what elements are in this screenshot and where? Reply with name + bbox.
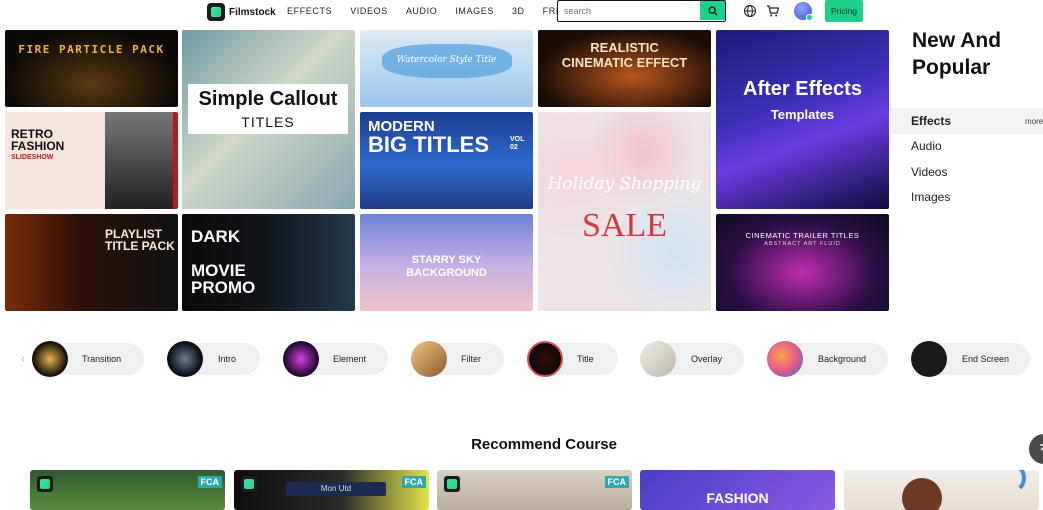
category-end-screen[interactable]: End Screen: [911, 341, 1030, 377]
element-icon: [283, 341, 319, 377]
recommend-course-title: Recommend Course: [471, 436, 617, 453]
tile-after-effects-templates[interactable]: After Effects Templates: [716, 30, 889, 209]
course-card[interactable]: FASHION: [640, 470, 835, 510]
tile-holiday-sale[interactable]: Holiday Shopping SALE: [538, 112, 711, 311]
main-nav: EFFECTS VIDEOS AUDIO IMAGES 3D FREE: [287, 6, 569, 16]
retro-title: RETRO FASHION: [11, 127, 65, 153]
category-overlay[interactable]: Overlay: [640, 341, 744, 377]
vol-label: VOL 02: [510, 136, 525, 151]
search-box: [557, 0, 726, 22]
starry-title: STARRY SKY BACKGROUND: [406, 254, 487, 279]
course-card[interactable]: Mon Utd FCA: [234, 470, 429, 510]
category-label: Filter: [461, 354, 481, 364]
pricing-button[interactable]: Pricing: [825, 0, 863, 22]
nav-audio[interactable]: AUDIO: [406, 6, 438, 16]
filmstock-logo-icon: [444, 476, 460, 492]
nav-3d[interactable]: 3D: [512, 6, 525, 16]
retro-photo: [105, 112, 173, 209]
sidebar-item-audio[interactable]: Audio: [890, 134, 1043, 160]
trailer-subtitle: ABSTRACT ART FLUID: [764, 241, 841, 247]
category-label: Element: [333, 354, 367, 364]
callout-subtitle: TITLES: [241, 114, 295, 130]
globe-icon[interactable]: [743, 4, 757, 18]
cart-icon[interactable]: [766, 4, 780, 18]
category-label: Intro: [218, 354, 237, 364]
tile-retro-fashion[interactable]: RETRO FASHION SLIDESHOW: [5, 112, 178, 209]
sidebar-item-images[interactable]: Images: [890, 185, 1043, 211]
cinematic-title: REALISTIC CINEMATIC EFFECT: [561, 40, 688, 70]
search-input[interactable]: [558, 1, 700, 20]
end-screen-icon: [911, 341, 947, 377]
category-element[interactable]: Element: [283, 341, 388, 377]
category-title[interactable]: Title: [527, 341, 618, 377]
background-icon: [767, 341, 803, 377]
callout-title: Simple Callout: [198, 88, 338, 110]
category-label: Overlay: [691, 354, 723, 364]
tile-fire-title: FIRE PARTICLE PACK: [18, 43, 165, 56]
logo-text: Filmstock: [229, 6, 276, 18]
tile-cinematic-trailer[interactable]: CINEMATIC TRAILER TITLES ABSTRACT ART FL…: [716, 214, 889, 311]
sale-title: SALE: [582, 207, 667, 244]
sidebar-item-videos[interactable]: Videos: [890, 159, 1043, 185]
sidebar-item-effects[interactable]: Effects: [890, 108, 1043, 134]
tile-starry-sky[interactable]: STARRY SKY BACKGROUND: [360, 214, 533, 311]
score-overlay: Mon Utd: [286, 482, 386, 496]
online-status-dot: [806, 14, 813, 21]
course-card[interactable]: FCA: [437, 470, 632, 510]
nav-images[interactable]: IMAGES: [455, 6, 494, 16]
filmstock-logo[interactable]: Filmstock: [207, 2, 276, 22]
title-icon: [527, 341, 563, 377]
nav-effects[interactable]: EFFECTS: [287, 6, 332, 16]
retro-subtitle: SLIDESHOW: [11, 154, 54, 161]
sidebar-list: Effects Audio Videos Images: [890, 108, 1043, 210]
fca-badge: FCA: [604, 476, 629, 488]
more-link[interactable]: more: [1025, 117, 1043, 126]
category-transition[interactable]: Transition: [32, 341, 144, 377]
trailer-title: CINEMATIC TRAILER TITLES: [745, 231, 860, 240]
decorative-ring: [994, 470, 1026, 494]
category-label: Title: [577, 354, 594, 364]
new-and-popular-title: New And Popular: [912, 29, 1002, 79]
category-background[interactable]: Background: [767, 341, 888, 377]
filmstock-logo-icon: [241, 476, 257, 492]
tile-dark-movie-promo[interactable]: DARK MOVIE PROMO: [182, 214, 355, 311]
holiday-title: Holiday Shopping: [547, 174, 702, 194]
person-photo: [902, 478, 942, 510]
nav-videos[interactable]: VIDEOS: [350, 6, 388, 16]
tile-fire-particle-pack[interactable]: FIRE PARTICLE PACK: [5, 30, 178, 107]
after-effects-subtitle: Templates: [770, 107, 835, 122]
search-button[interactable]: [700, 1, 725, 20]
transition-icon: [32, 341, 68, 377]
category-label: Background: [818, 354, 867, 364]
fca-badge: FCA: [197, 476, 222, 488]
tile-realistic-cinematic[interactable]: REALISTIC CINEMATIC EFFECT: [538, 30, 711, 107]
category-label: End Screen: [962, 354, 1010, 364]
watercolor-title: Watercolor Style Title: [396, 55, 497, 65]
fca-badge: FCA: [401, 476, 426, 488]
filmstock-logo-icon: [37, 476, 53, 492]
category-filter[interactable]: Filter: [411, 341, 504, 377]
overlay-icon: [640, 341, 676, 377]
playlist-title: PLAYLIST TITLE PACK: [105, 227, 175, 253]
after-effects-title: After Effects: [743, 78, 862, 100]
course-card[interactable]: FCA: [30, 470, 225, 510]
top-nav-bar: Filmstock EFFECTS VIDEOS AUDIO IMAGES 3D…: [0, 0, 1043, 26]
dark-movie-title: DARK MOVIE PROMO: [191, 227, 256, 297]
fashion-title: FASHION: [706, 490, 769, 506]
big-titles-title: BIG TITLES: [368, 132, 489, 157]
search-icon: [708, 6, 717, 15]
arrow-up-icon: [1040, 444, 1043, 451]
tile-watercolor-title[interactable]: Watercolor Style Title: [360, 30, 533, 107]
tile-playlist-title-pack[interactable]: PLAYLIST TITLE PACK: [5, 214, 178, 311]
filmstock-logo-icon: [207, 3, 225, 21]
category-label: Transition: [82, 354, 122, 364]
tile-simple-callout[interactable]: Simple Callout TITLES: [182, 30, 355, 209]
user-avatar[interactable]: [794, 2, 813, 21]
intro-icon: [167, 341, 203, 377]
course-card[interactable]: [844, 470, 1039, 510]
tile-modern-big-titles[interactable]: MODERN BIG TITLES VOL 02: [360, 112, 533, 209]
chevron-left-icon[interactable]: ‹: [16, 352, 30, 366]
category-intro[interactable]: Intro: [167, 341, 260, 377]
filter-icon: [411, 341, 447, 377]
